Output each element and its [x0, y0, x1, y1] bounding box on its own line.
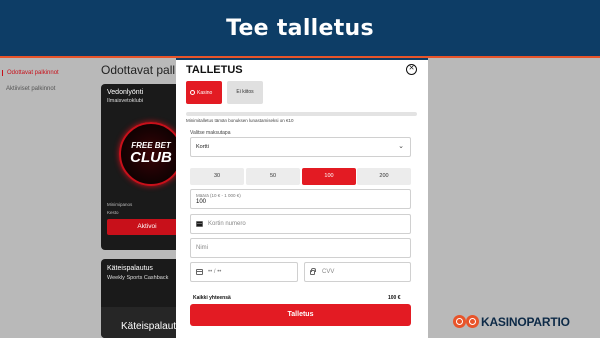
amount-button-50[interactable]: 50 [246, 168, 300, 185]
card-title: Vedonlyönti [107, 89, 144, 96]
page-heading: Odottavat pall [101, 63, 176, 77]
modal-top-rule [176, 58, 428, 60]
expiry-placeholder: •• / •• [208, 269, 222, 275]
card-title: Käteispalautus [107, 265, 153, 272]
amount-label: Määrä (10 € - 1 000 €) [196, 193, 241, 198]
amount-button-100[interactable]: 100 [302, 168, 356, 185]
deposit-modal: TALLETUS ✕ Kasino Ei kiitos Minimitallet… [176, 58, 428, 338]
card-meta-min-stake: Minimipanos [107, 202, 133, 207]
name-input[interactable]: Nimi [190, 238, 411, 258]
credit-card-icon [196, 221, 203, 227]
amount-value: 100 [196, 199, 207, 205]
cashback-art-text: Käteispalautu [121, 321, 182, 332]
amount-input[interactable]: Määrä (10 € - 1 000 €) 100 [190, 189, 411, 209]
method-tile-no-thanks[interactable]: Ei kiitos [227, 81, 263, 104]
total-label: Kaikki yhteensä [193, 295, 231, 301]
payment-method-value: Kortti [196, 144, 209, 150]
card-subtitle: Weekly Sports Cashback [107, 275, 169, 281]
kasinopartio-logo-icon [453, 315, 466, 328]
banner-title: Tee talletus [226, 16, 374, 41]
card-number-input[interactable]: Kortin numero [190, 214, 411, 234]
rewards-sidebar: Odottavat palkinnot Aktiiviset palkinnot [0, 58, 96, 338]
expiry-input[interactable]: •• / •• [190, 262, 298, 282]
card-number-placeholder: Kortin numero [208, 221, 246, 227]
kasinopartio-watermark: KASINOPARTIO [481, 315, 570, 329]
sidebar-item-pending[interactable]: Odottavat palkinnot [2, 70, 59, 76]
amount-button-30[interactable]: 30 [190, 168, 244, 185]
minimum-deposit-note: Minimitalletus tämän bonuksen lunastamis… [186, 118, 294, 123]
payment-method-label: Valitse maksutapa [190, 130, 231, 136]
kasinopartio-logo-icon [466, 315, 479, 328]
bonus-progress-bar [186, 112, 417, 116]
card-meta-duration: Kesto [107, 210, 119, 215]
cvv-placeholder: CVV [322, 269, 335, 275]
name-placeholder: Nimi [196, 245, 208, 251]
close-icon[interactable]: ✕ [406, 64, 417, 75]
free-bet-club-logo: FREE BET CLUB [119, 122, 183, 186]
total-value: 100 € [388, 295, 401, 301]
casino-icon [190, 90, 195, 95]
lock-icon [310, 268, 316, 275]
cvv-input[interactable]: CVV [304, 262, 411, 282]
activate-button[interactable]: Aktivoi [107, 219, 187, 235]
amount-button-200[interactable]: 200 [357, 168, 411, 185]
calendar-icon [196, 269, 203, 275]
sidebar-item-active[interactable]: Aktiiviset palkinnot [2, 86, 55, 92]
dimmed-backdrop [428, 58, 600, 338]
deposit-submit-button[interactable]: Talletus [190, 304, 411, 326]
method-tile-kasino[interactable]: Kasino [186, 81, 222, 104]
payment-method-select[interactable]: Kortti ⌄ [190, 137, 411, 157]
card-subtitle: Ilmaisvetoklubi [107, 98, 144, 104]
modal-title: TALLETUS [186, 64, 243, 76]
chevron-down-icon: ⌄ [398, 143, 404, 150]
